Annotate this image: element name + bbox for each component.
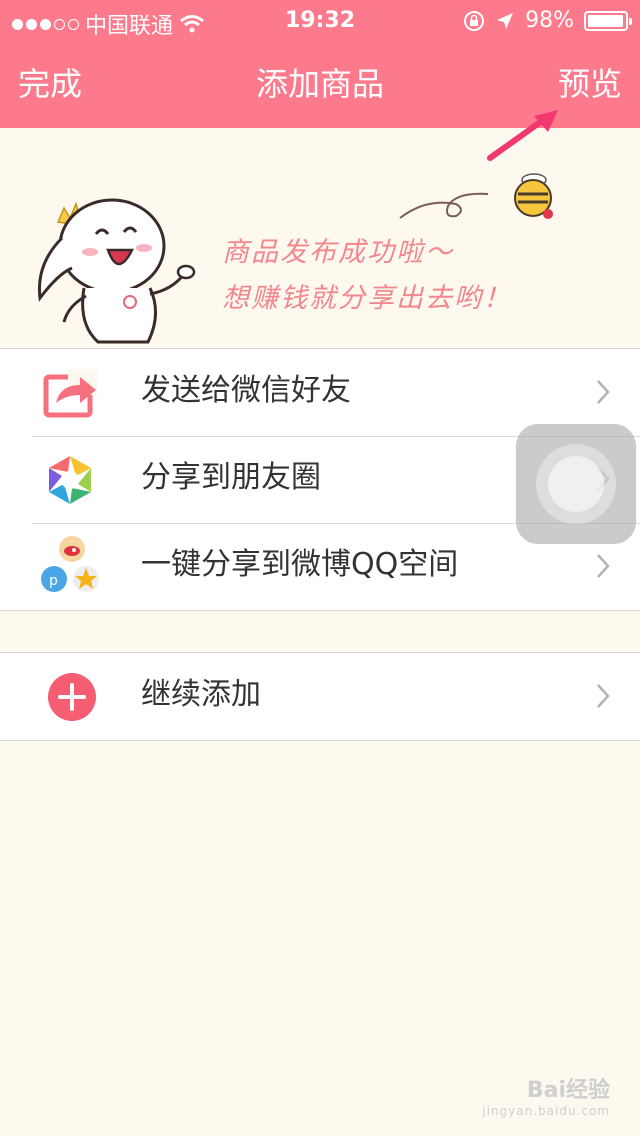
chevron-right-icon bbox=[597, 684, 610, 708]
list-item-label: 继续添加 bbox=[141, 677, 261, 712]
weibo-qzone-icon: p bbox=[41, 536, 99, 592]
banner-line-2: 想赚钱就分享出去哟！ bbox=[222, 283, 512, 314]
watermark: Bai经验 jingyan.baidu.com bbox=[482, 1072, 610, 1118]
battery-percent: 98% bbox=[525, 8, 574, 33]
list-item-continue-add[interactable]: 继续添加 bbox=[0, 653, 640, 740]
watermark-brand: Bai经验 bbox=[526, 1078, 610, 1103]
assistive-ring-inner bbox=[548, 456, 604, 512]
battery-fill bbox=[588, 14, 623, 27]
assistive-touch-button[interactable] bbox=[516, 424, 636, 544]
status-right: 98% bbox=[463, 8, 632, 33]
add-list: 继续添加 bbox=[0, 652, 640, 741]
share-arrow-icon bbox=[43, 369, 98, 418]
moments-camera-icon bbox=[49, 456, 91, 504]
list-item-label: 分享到朋友圈 bbox=[141, 460, 321, 495]
list-item-wechat-friend[interactable]: 发送给微信好友 bbox=[0, 349, 640, 436]
banner-line-1: 商品发布成功啦～ bbox=[222, 237, 454, 268]
svg-text:p: p bbox=[49, 573, 58, 589]
chevron-right-icon bbox=[597, 380, 610, 404]
location-arrow-icon bbox=[497, 12, 514, 29]
status-bar: 中国联通 19:32 98% bbox=[0, 0, 640, 40]
success-banner: 商品发布成功啦～ 想赚钱就分享出去哟！ bbox=[0, 128, 640, 348]
battery-icon bbox=[584, 10, 632, 31]
list-item-label: 发送给微信好友 bbox=[141, 373, 351, 408]
add-circle-icon bbox=[48, 673, 96, 721]
preview-button[interactable]: 预览 bbox=[558, 62, 622, 106]
mascot-illustration bbox=[37, 198, 196, 344]
list-item-label: 一键分享到微博QQ空间 bbox=[141, 547, 459, 582]
bee-illustration bbox=[514, 173, 553, 219]
page-title: 添加商品 bbox=[255, 65, 384, 103]
watermark-url: jingyan.baidu.com bbox=[482, 1104, 610, 1118]
rotation-lock-icon bbox=[464, 10, 485, 31]
chevron-right-icon bbox=[597, 554, 610, 578]
swirl-decoration bbox=[399, 192, 489, 219]
